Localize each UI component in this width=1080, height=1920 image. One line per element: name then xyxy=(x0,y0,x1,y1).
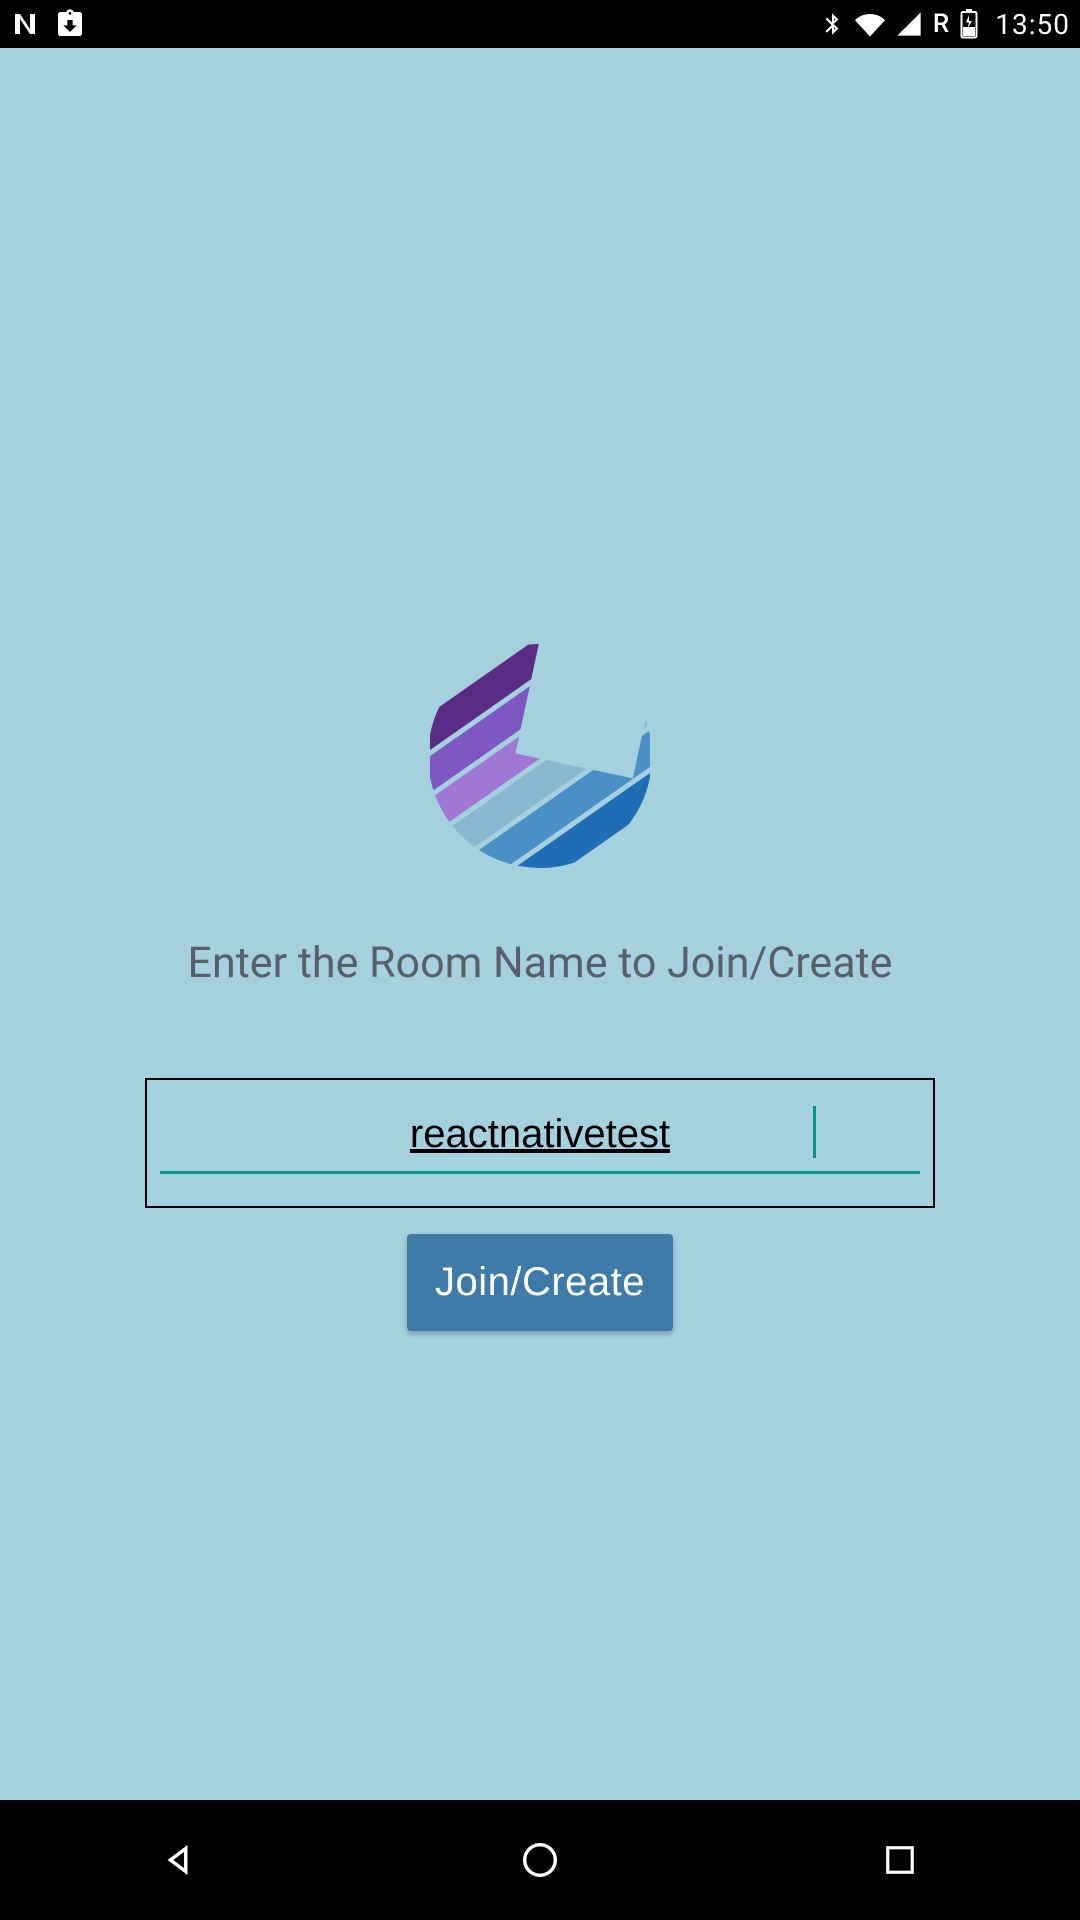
back-button[interactable] xyxy=(130,1810,230,1910)
android-nav-bar xyxy=(0,1800,1080,1920)
status-clock: 13:50 xyxy=(995,8,1070,41)
room-name-input-wrap[interactable] xyxy=(145,1078,935,1208)
input-underline xyxy=(160,1171,920,1174)
status-left xyxy=(10,8,86,40)
wifi-icon xyxy=(855,9,885,39)
status-bar: R 13:50 xyxy=(0,0,1080,48)
assignment-returned-icon xyxy=(54,8,86,40)
text-cursor-icon xyxy=(813,1106,816,1158)
home-button[interactable] xyxy=(490,1810,590,1910)
status-right: R 13:50 xyxy=(819,8,1070,41)
prompt-label: Enter the Room Name to Join/Create xyxy=(188,938,893,988)
notification-n-icon xyxy=(10,9,40,39)
join-create-button[interactable]: Join/Create xyxy=(407,1234,673,1331)
cellular-signal-icon xyxy=(895,10,923,38)
room-name-input[interactable] xyxy=(160,1112,920,1165)
app-logo-icon xyxy=(430,638,650,868)
bluetooth-icon xyxy=(819,11,845,37)
app-screen: Enter the Room Name to Join/Create Join/… xyxy=(0,48,1080,1800)
roaming-indicator: R xyxy=(933,9,949,39)
battery-charging-icon xyxy=(959,9,979,39)
recents-button[interactable] xyxy=(850,1810,950,1910)
